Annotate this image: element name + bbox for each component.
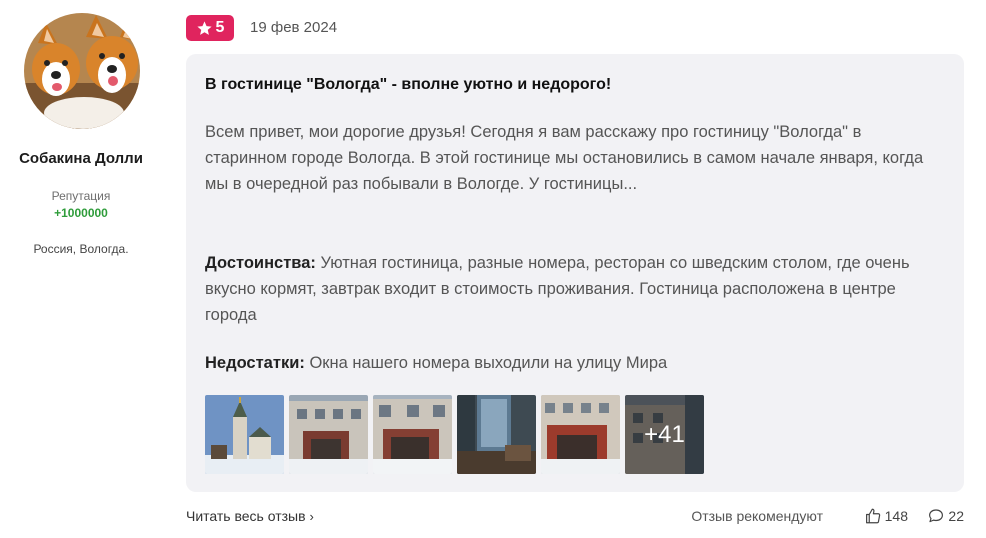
photo-thumbnail[interactable] <box>289 395 368 474</box>
review-excerpt[interactable]: Всем привет, мои дорогие друзья! Сегодня… <box>205 119 945 197</box>
cons-label: Недостатки: <box>205 354 305 372</box>
photo-thumbnail[interactable] <box>541 395 620 474</box>
likes-count: 148 <box>884 508 908 524</box>
photo-gallery: +41 <box>205 395 704 474</box>
comments-count: 22 <box>948 508 964 524</box>
thumbs-up-icon <box>865 508 880 524</box>
comment-icon <box>929 509 944 523</box>
more-photos-button[interactable]: +41 <box>625 395 704 474</box>
review-title[interactable]: В гостинице "Вологда" - вполне уютно и н… <box>205 76 611 94</box>
more-photos-count: +41 <box>625 395 704 474</box>
review-card: В гостинице "Вологда" - вполне уютно и н… <box>186 54 964 492</box>
review-date: 19 фев 2024 <box>250 19 338 36</box>
photo-thumbnail[interactable] <box>457 395 536 474</box>
cons-text: Окна нашего номера выходили на улицу Мир… <box>309 354 668 372</box>
author-name[interactable]: Собакина Долли <box>0 150 162 167</box>
review-pros: Достоинства: Уютная гостиница, разные но… <box>205 250 945 328</box>
comments-button[interactable]: 22 <box>927 507 964 525</box>
chevron-right-icon: › <box>309 509 314 524</box>
author-location: Россия, Вологда. <box>33 242 129 256</box>
avatar[interactable] <box>24 13 140 129</box>
review-cons: Недостатки: Окна нашего номера выходили … <box>205 350 945 376</box>
pros-label: Достоинства: <box>205 254 316 272</box>
like-button[interactable]: 148 <box>864 507 908 525</box>
reputation-value: +1000000 <box>54 206 108 220</box>
review-footer: Читать весь отзыв › Отзыв рекомендуют 148… <box>186 507 964 527</box>
rating-badge: 5 <box>186 15 234 41</box>
rating-value: 5 <box>215 19 225 36</box>
photo-thumbnail[interactable] <box>205 395 284 474</box>
photo-thumbnail[interactable] <box>373 395 452 474</box>
star-icon <box>196 20 212 35</box>
recommend-label: Отзыв рекомендуют <box>691 508 823 524</box>
read-all-label: Читать весь отзыв <box>186 508 306 524</box>
read-full-review-link[interactable]: Читать весь отзыв › <box>186 508 314 524</box>
reputation-label: Репутация <box>51 189 111 203</box>
